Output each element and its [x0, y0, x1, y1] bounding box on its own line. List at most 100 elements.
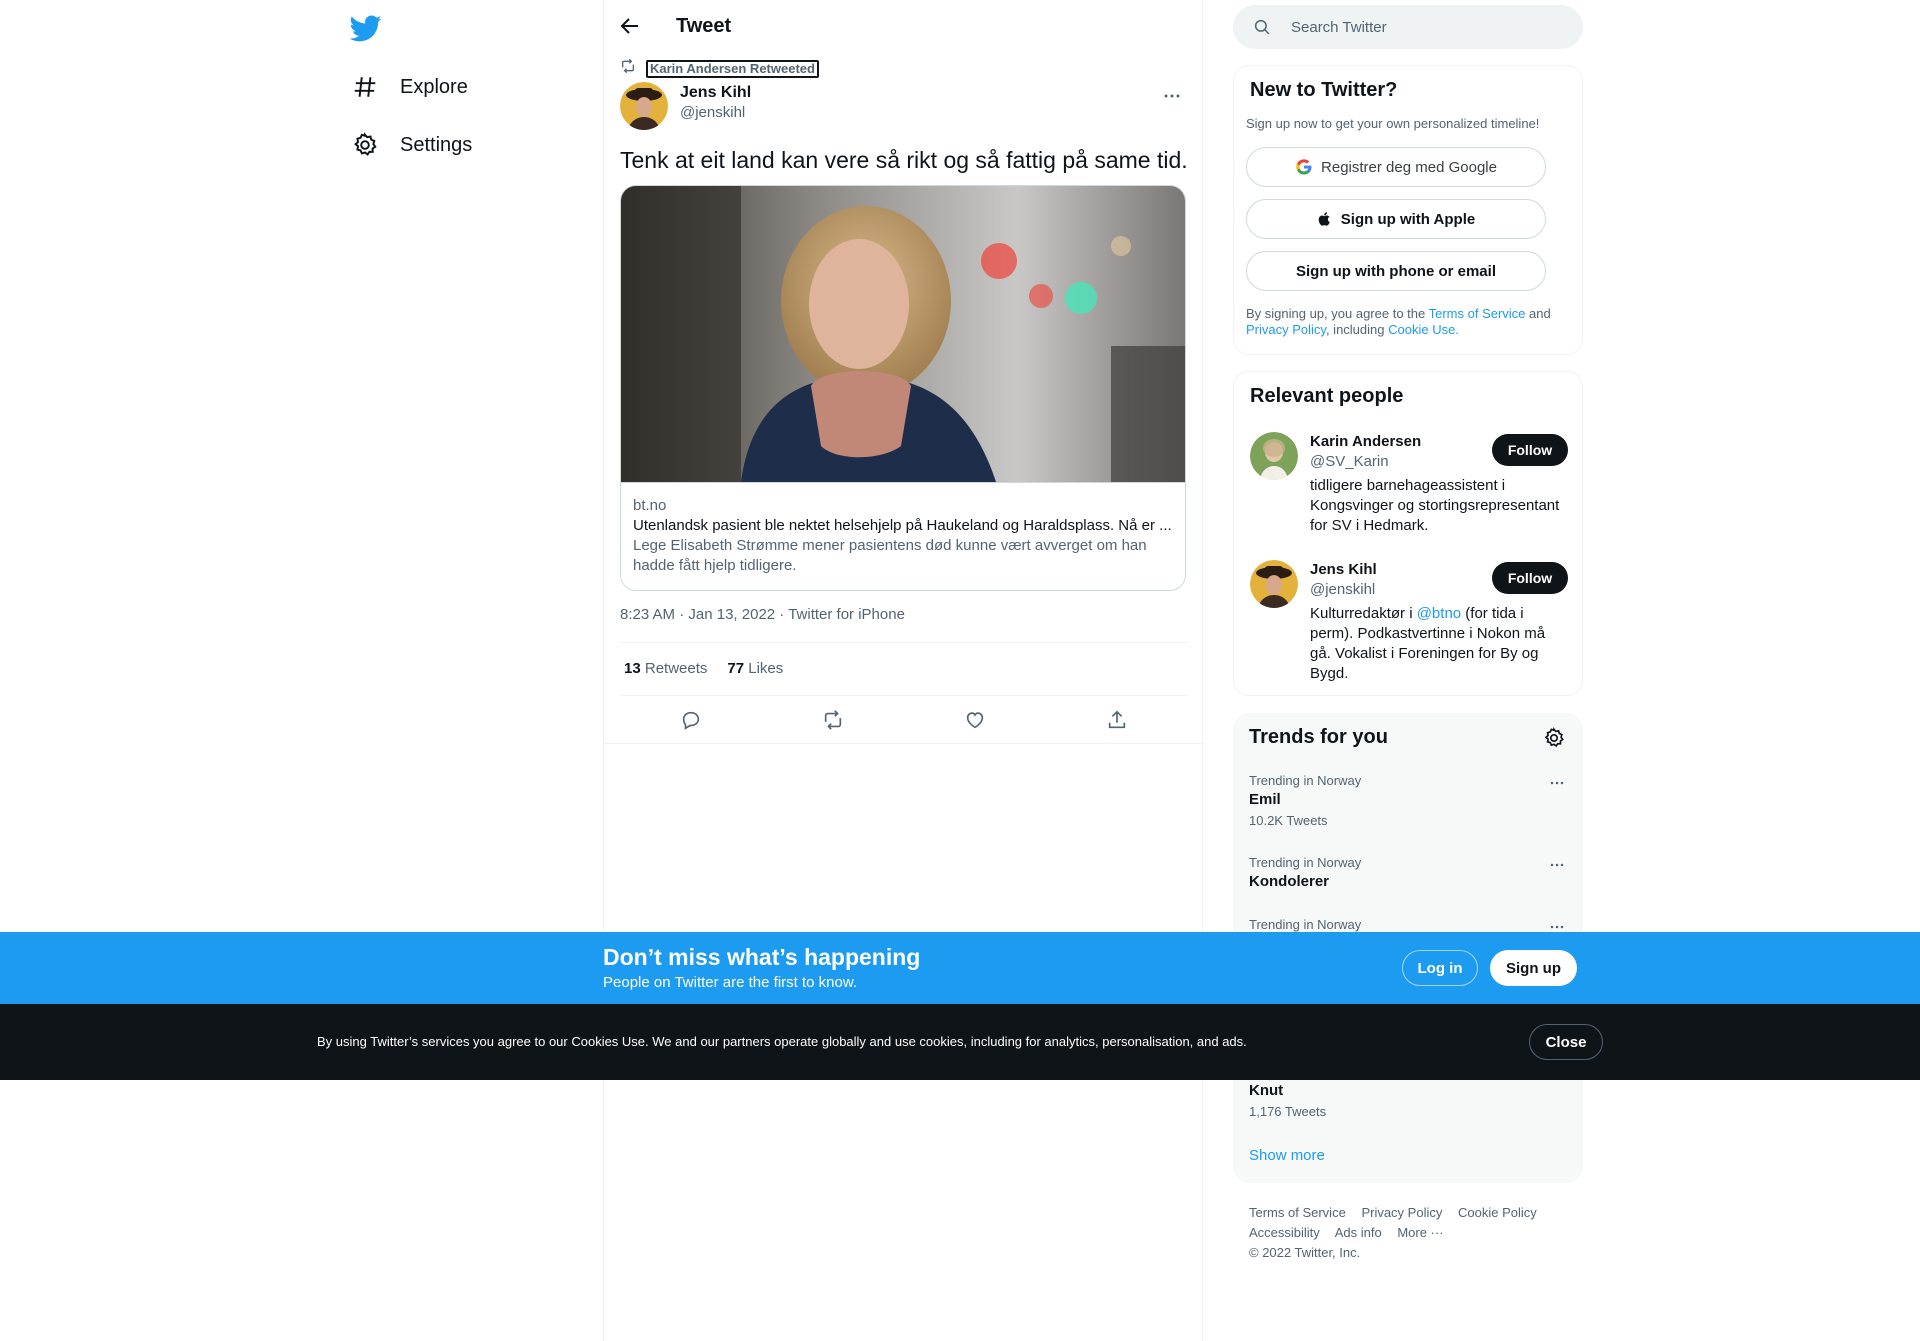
like-heart-icon[interactable]: [961, 706, 989, 734]
follow-button[interactable]: Follow: [1492, 434, 1568, 466]
terms-link[interactable]: Terms of Service: [1429, 306, 1526, 321]
tweet-source[interactable]: Twitter for iPhone: [788, 606, 905, 623]
tweet-timestamp: 8:23 AM · Jan 13, 2022 · Twitter for iPh…: [620, 606, 905, 623]
meta-separator: ·: [675, 606, 689, 623]
share-icon[interactable]: [1103, 706, 1131, 734]
new-to-twitter-panel: New to Twitter? Sign up now to get your …: [1233, 65, 1583, 355]
privacy-link[interactable]: Privacy Policy: [1246, 322, 1326, 337]
tweet-text: Tenk at eit land kan vere så rikt og så …: [620, 147, 1188, 173]
twitter-logo-icon[interactable]: [349, 12, 382, 44]
reply-icon[interactable]: [677, 706, 705, 734]
footer-ads-link[interactable]: Ads info: [1335, 1225, 1382, 1240]
card-title: Utenlandsk pasient ble nektet helsehjelp…: [633, 517, 1172, 534]
footer-copyright: © 2022 Twitter, Inc.: [1249, 1245, 1361, 1260]
bio-prefix: Kulturredaktør i: [1310, 605, 1417, 622]
panel-title: Relevant people: [1250, 385, 1404, 407]
more-options-icon[interactable]: [1547, 773, 1567, 793]
link-card[interactable]: bt.no Utenlandsk pasient ble nektet hels…: [620, 185, 1186, 591]
google-signup-label: Registrer deg med Google: [1321, 158, 1497, 176]
retweets-label: Retweets: [644, 660, 708, 677]
tweet-date[interactable]: Jan 13, 2022: [688, 606, 775, 623]
retweet-context: Karin Andersen Retweeted: [620, 58, 819, 79]
back-arrow-icon[interactable]: [618, 14, 642, 38]
retweeted-by-link[interactable]: Karin Andersen Retweeted: [646, 59, 819, 78]
card-domain: bt.no: [633, 497, 667, 514]
trend-item[interactable]: Knut 1,176 Tweets: [1249, 1080, 1567, 1120]
close-button[interactable]: Close: [1529, 1024, 1603, 1060]
nav-explore[interactable]: Explore: [352, 65, 468, 109]
search-icon: [1253, 18, 1271, 36]
nav-explore-label: Explore: [400, 75, 468, 98]
search-input[interactable]: [1291, 18, 1551, 36]
trend-item[interactable]: Trending in Norway Emil 10.2K Tweets: [1249, 773, 1567, 829]
follow-button[interactable]: Follow: [1492, 562, 1568, 594]
search-box[interactable]: [1233, 5, 1583, 49]
cookie-text: By using Twitter’s services you agree to…: [317, 1034, 1247, 1049]
avatar[interactable]: [620, 82, 668, 130]
retweet-icon[interactable]: [819, 706, 847, 734]
signup-legal-text: By signing up, you agree to the Terms of…: [1246, 306, 1566, 338]
person-jens-kihl[interactable]: Jens Kihl @jenskihl Follow Kulturredaktø…: [1250, 560, 1568, 690]
card-description: Lege Elisabeth Strømme mener pasientens …: [633, 537, 1147, 574]
author-name[interactable]: Jens Kihl: [680, 83, 751, 103]
more-options-icon[interactable]: [1547, 855, 1567, 875]
footer-accessibility-link[interactable]: Accessibility: [1249, 1225, 1320, 1240]
author-handle[interactable]: @jenskihl: [680, 103, 751, 123]
trend-item[interactable]: Trending in Norway: [1249, 917, 1567, 933]
prompt-subtitle: People on Twitter are the first to know.: [603, 974, 858, 991]
google-signup-button[interactable]: Registrer deg med Google: [1246, 147, 1546, 187]
trend-name: Kondolerer: [1249, 873, 1330, 890]
person-handle[interactable]: @SV_Karin: [1310, 452, 1389, 472]
retweets-stat[interactable]: 13 Retweets: [624, 660, 707, 677]
tweet-actions: [620, 706, 1188, 734]
show-more-link[interactable]: Show more: [1249, 1147, 1325, 1164]
gear-icon[interactable]: [1543, 727, 1565, 749]
tweet-time[interactable]: 8:23 AM: [620, 606, 675, 623]
footer-terms-link[interactable]: Terms of Service: [1249, 1205, 1346, 1220]
cookie-use-link[interactable]: Cookie Use.: [1388, 322, 1459, 337]
avatar[interactable]: [1250, 560, 1298, 608]
card-body[interactable]: bt.no Utenlandsk pasient ble nektet hels…: [621, 482, 1185, 590]
panel-subtitle: Sign up now to get your own personalized…: [1246, 116, 1540, 131]
more-options-icon[interactable]: [1160, 84, 1184, 108]
footer-links: Terms of Service Privacy Policy Cookie P…: [1249, 1203, 1569, 1263]
phone-email-signup-button[interactable]: Sign up with phone or email: [1246, 251, 1546, 291]
trend-item[interactable]: Trending in Norway Kondolerer: [1249, 855, 1567, 892]
footer-privacy-link[interactable]: Privacy Policy: [1361, 1205, 1442, 1220]
retweet-icon: [620, 58, 636, 79]
signup-button[interactable]: Sign up: [1490, 950, 1577, 986]
tweet-header: Tweet: [604, 0, 1204, 53]
footer-more-link[interactable]: More ···: [1397, 1225, 1443, 1240]
legal-and: and: [1525, 306, 1551, 321]
footer-cookie-link[interactable]: Cookie Policy: [1458, 1205, 1537, 1220]
hashtag-icon: [352, 74, 378, 100]
person-name[interactable]: Jens Kihl: [1310, 560, 1377, 580]
bio-mention-link[interactable]: @btno: [1417, 605, 1461, 622]
trend-name: Knut: [1249, 1082, 1284, 1099]
divider: [604, 743, 1204, 744]
legal-including: , including: [1325, 322, 1389, 337]
prompt-title: Don’t miss what’s happening: [603, 944, 921, 970]
tweet-author[interactable]: Jens Kihl @jenskihl: [620, 82, 751, 130]
login-button[interactable]: Log in: [1402, 950, 1478, 986]
avatar[interactable]: [1250, 432, 1298, 480]
person-name[interactable]: Karin Andersen: [1310, 432, 1421, 452]
nav-settings[interactable]: Settings: [352, 123, 472, 167]
phone-email-signup-label: Sign up with phone or email: [1295, 262, 1496, 280]
apple-signup-button[interactable]: Sign up with Apple: [1246, 199, 1546, 239]
nav-settings-label: Settings: [400, 133, 473, 156]
trend-name: Emil: [1249, 791, 1281, 808]
card-image[interactable]: [621, 186, 1185, 482]
trend-context: Trending in Norway: [1249, 773, 1362, 788]
divider: [620, 695, 1188, 696]
likes-count: 77: [727, 660, 745, 677]
trend-context: Trending in Norway: [1249, 855, 1362, 870]
legal-prefix: By signing up, you agree to the: [1246, 306, 1429, 321]
person-handle[interactable]: @jenskihl: [1310, 580, 1375, 600]
tweet-stats: 13 Retweets 77 Likes: [624, 660, 783, 677]
relevant-people-panel: Relevant people Karin Andersen @SV_Karin…: [1233, 371, 1583, 696]
likes-stat[interactable]: 77 Likes: [727, 660, 783, 677]
person-bio: tidligere barnehageassistent i Kongsving…: [1310, 477, 1560, 534]
person-karin-andersen[interactable]: Karin Andersen @SV_Karin Follow tidliger…: [1250, 432, 1568, 542]
trend-context: Trending in Norway: [1249, 917, 1362, 932]
